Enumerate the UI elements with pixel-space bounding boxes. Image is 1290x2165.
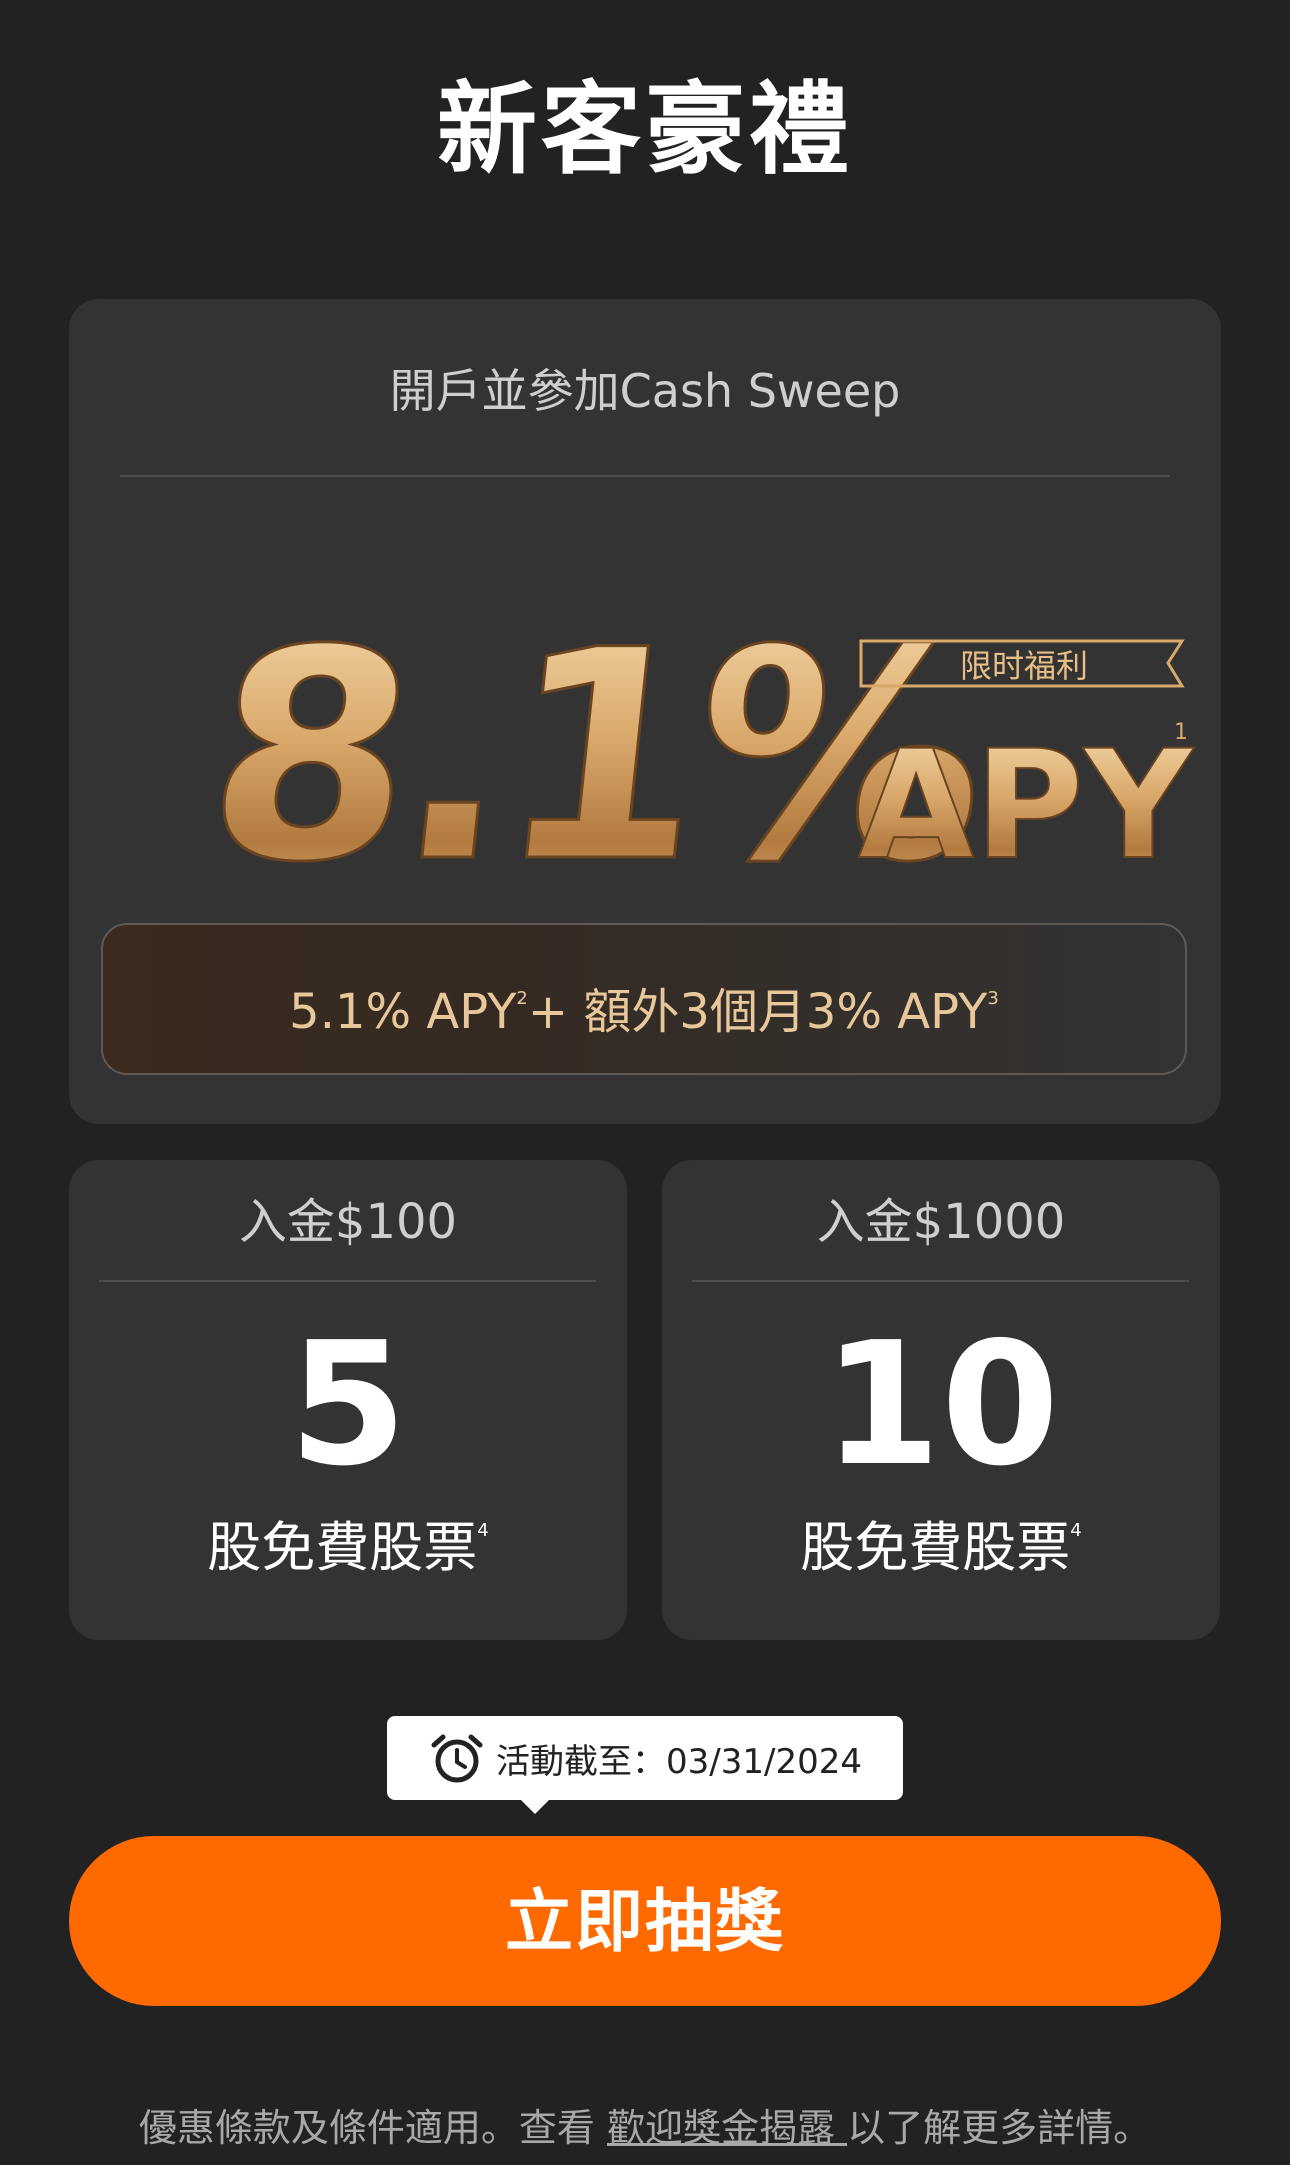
terms-footer: 優惠條款及條件適用。查看 歡迎獎金揭露 以了解更多詳情。: [0, 2098, 1290, 2158]
shares-label-text: 股免費股票: [800, 1516, 1071, 1579]
apy-breakdown-box: 5.1% APY2+ 額外3個月3% APY3: [101, 923, 1187, 1075]
deposit-label: 入金$100: [238, 1194, 458, 1250]
cash-sweep-heading: 開戶並參加Cash Sweep: [389, 364, 901, 418]
ribbon-label: 限时福利: [960, 647, 1088, 685]
hero-apy-text: APY: [858, 719, 1195, 893]
shares-count: 5: [288, 1306, 408, 1504]
extra-apy-text: + 額外3個月3% APY: [527, 984, 988, 1040]
footnote-4: 4: [1070, 1520, 1082, 1541]
free-shares-label: 股免費股票4: [662, 1496, 1220, 1583]
base-apy-text: 5.1% APY: [289, 984, 517, 1040]
divider: [99, 1280, 596, 1282]
cash-sweep-card: 開戶並參加Cash Sweep 8.1% APY 1 限时福利 5.1% APY…: [69, 299, 1221, 1124]
new-customer-promo-page: 新客豪禮 開戶並參加Cash Sweep 8.1% APY 1 限时福利 5.1…: [0, 0, 1290, 2165]
footer-text-before: 優惠條款及條件適用。查看: [138, 2106, 607, 2150]
footnote-2: 2: [516, 988, 528, 1009]
footer-text-after: 以了解更多詳情。: [847, 2106, 1152, 2150]
divider: [120, 475, 1170, 477]
divider: [692, 1280, 1189, 1282]
footnote-3: 3: [987, 988, 999, 1009]
deposit-label: 入金$1000: [816, 1194, 1066, 1250]
reward-card-1000: 入金$1000 10 股免費股票4: [662, 1160, 1220, 1640]
footnote-4: 4: [477, 1520, 489, 1541]
tooltip-arrow: [521, 1800, 549, 1814]
draw-now-button[interactable]: 立即抽獎: [69, 1836, 1221, 2006]
shares-count: 10: [822, 1306, 1060, 1504]
welcome-bonus-disclosure-link[interactable]: 歡迎獎金揭露: [607, 2106, 847, 2150]
shares-label-text: 股免費股票: [207, 1516, 478, 1579]
hero-apy-graphic: 8.1% APY 1 限时福利: [164, 539, 1224, 927]
deadline-tooltip: 活動截至：03/31/2024: [387, 1716, 903, 1814]
reward-card-100: 入金$100 5 股免費股票4: [69, 1160, 627, 1640]
page-title: 新客豪禮: [437, 71, 853, 188]
deadline-text: 活動截至：03/31/2024: [496, 1741, 862, 1782]
alarm-clock-icon: [431, 1734, 483, 1783]
free-shares-label: 股免費股票4: [69, 1496, 627, 1583]
hero-footnote: 1: [1174, 720, 1188, 745]
